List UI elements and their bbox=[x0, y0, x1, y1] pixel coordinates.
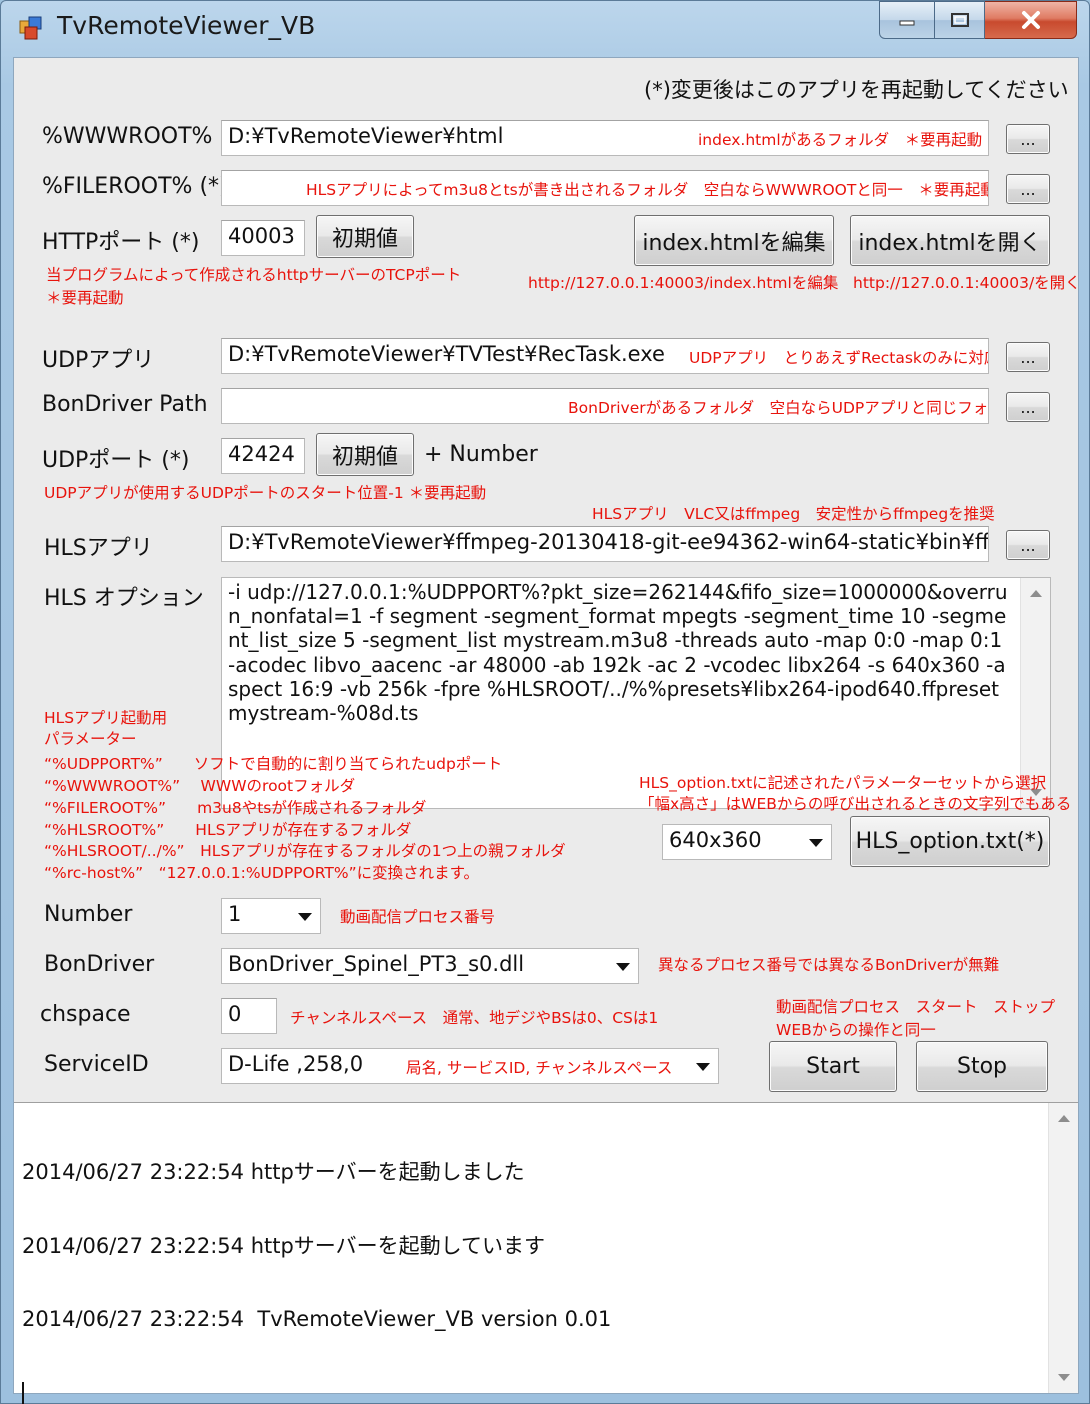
service-label: ServiceID bbox=[44, 1052, 149, 1077]
stop-button[interactable]: Stop bbox=[916, 1041, 1048, 1092]
bondriver-path-label: BonDriver Path bbox=[42, 392, 208, 417]
number-label: Number bbox=[44, 902, 133, 927]
udp-port-label: UDPポート (*) bbox=[42, 448, 190, 473]
scroll-down-icon[interactable] bbox=[1058, 1374, 1070, 1381]
text-caret bbox=[22, 1381, 24, 1404]
hls-preset-note-2: 「幅x高さ」はWEBからの呼び出されるときの文字列でもある bbox=[639, 795, 1072, 813]
log-line: 2014/06/27 23:22:54 httpサーバーを起動しました bbox=[22, 1160, 525, 1184]
wwwroot-note: index.htmlがあるフォルダ ＊要再起動 bbox=[698, 131, 983, 149]
service-note: 局名, サービスID, チャンネルスペース bbox=[406, 1059, 673, 1077]
chspace-label: chspace bbox=[40, 1002, 131, 1027]
minimize-button[interactable] bbox=[879, 1, 935, 39]
app-icon bbox=[19, 16, 42, 40]
udp-app-input[interactable]: D:¥TvRemoteViewer¥TVTest¥RecTask.exe UDP… bbox=[221, 338, 989, 374]
log-line: 2014/06/27 23:22:54 httpサーバーを起動しています bbox=[22, 1233, 545, 1258]
udp-port-suffix: + Number bbox=[424, 442, 538, 467]
service-value: D-Life ,258,0 bbox=[228, 1052, 364, 1076]
window-controls bbox=[879, 1, 1077, 39]
udp-app-browse-button[interactable]: ... bbox=[1006, 342, 1050, 372]
udp-app-value: D:¥TvRemoteViewer¥TVTest¥RecTask.exe bbox=[228, 342, 665, 366]
wwwroot-label: %WWWROOT% (*) bbox=[42, 124, 248, 149]
params-help-line: “%HLSROOT/../%” HLSアプリが存在するフォルダの1つ上の親フォル… bbox=[44, 842, 566, 860]
params-help-line: “%HLSROOT%” HLSアプリが存在するフォルダ bbox=[44, 821, 412, 839]
udp-port-note: UDPアプリが使用するUDPポートのスタート位置-1 ＊要再起動 bbox=[44, 484, 487, 502]
app-window: TvRemoteViewer_VB (*)変更後はこのアプリを再起動してください… bbox=[0, 0, 1090, 1404]
params-help-line: パラメーター bbox=[44, 730, 137, 748]
scroll-up-icon[interactable] bbox=[1058, 1115, 1070, 1122]
number-value: 1 bbox=[228, 902, 242, 926]
wwwroot-value: D:¥TvRemoteViewer¥html bbox=[228, 124, 504, 148]
hls-option-txt-button[interactable]: HLS_option.txt(*) bbox=[850, 816, 1050, 867]
service-select[interactable]: D-Life ,258,0 局名, サービスID, チャンネルスペース bbox=[221, 1048, 719, 1084]
chspace-input[interactable]: 0 bbox=[221, 998, 277, 1034]
chevron-down-icon bbox=[809, 839, 823, 847]
params-help-line: “%WWWROOT%” WWWのrootフォルダ bbox=[44, 777, 356, 795]
log-scrollbar[interactable] bbox=[1048, 1103, 1078, 1393]
udp-port-input[interactable]: 42424 bbox=[221, 438, 305, 474]
hls-option-value: -i udp://127.0.0.1:%UDPPORT%?pkt_size=26… bbox=[228, 580, 1009, 726]
http-port-note-2: ＊要再起動 bbox=[46, 289, 124, 307]
http-port-input[interactable]: 40003 bbox=[221, 220, 305, 256]
close-button[interactable] bbox=[985, 1, 1077, 39]
hls-app-input[interactable]: D:¥TvRemoteViewer¥ffmpeg-20130418-git-ee… bbox=[221, 526, 989, 562]
hls-app-label: HLSアプリ bbox=[44, 536, 153, 561]
main-panel: (*)変更後はこのアプリを再起動してください %WWWROOT% (*) D:¥… bbox=[13, 57, 1081, 1404]
number-note: 動画配信プロセス番号 bbox=[340, 908, 496, 926]
fileroot-note: HLSアプリによってm3u8とtsが書き出されるフォルダ 空白ならWWWROOT… bbox=[306, 181, 989, 199]
udp-app-note: UDPアプリ とりあえずRectaskのみに対応 bbox=[689, 349, 989, 367]
params-help-line: “%rc-host%” “127.0.0.1:%UDPPORT%”に変換されます… bbox=[44, 864, 480, 882]
hls-app-note: HLSアプリ VLC又はffmpeg 安定性からffmpegを推奨 bbox=[592, 505, 995, 523]
minimize-icon bbox=[899, 20, 915, 26]
close-icon bbox=[1021, 11, 1040, 29]
params-help-line: HLSアプリ起動用 bbox=[44, 709, 168, 727]
bondriver-path-input[interactable]: BonDriverがあるフォルダ 空白ならUDPアプリと同じフォルダ bbox=[221, 388, 989, 424]
chevron-down-icon bbox=[696, 1063, 710, 1071]
fileroot-browse-button[interactable]: ... bbox=[1006, 174, 1050, 204]
window-title: TvRemoteViewer_VB bbox=[57, 11, 316, 40]
log-textarea[interactable]: 2014/06/27 23:22:54 httpサーバーを起動しました 2014… bbox=[14, 1102, 1078, 1404]
bondriver-value: BonDriver_Spinel_PT3_s0.dll bbox=[228, 952, 525, 976]
params-help-line: “%UDPPORT%” ソフトで自動的に割り当てられたudpポート bbox=[44, 755, 503, 773]
http-port-default-button[interactable]: 初期値 bbox=[316, 215, 414, 258]
hls-preset-value: 640x360 bbox=[669, 828, 762, 852]
log-line: 2014/06/27 23:22:54 TvRemoteViewer_VB ve… bbox=[22, 1307, 612, 1331]
restart-note: (*)変更後はこのアプリを再起動してください bbox=[644, 78, 1069, 102]
wwwroot-input[interactable]: D:¥TvRemoteViewer¥html index.htmlがあるフォルダ… bbox=[221, 120, 989, 156]
fileroot-label: %FILEROOT% (*) bbox=[42, 174, 228, 199]
edit-index-button[interactable]: index.htmlを編集 bbox=[634, 215, 834, 266]
open-index-note: http://127.0.0.1:40003/を開く bbox=[853, 274, 1081, 292]
hls-app-browse-button[interactable]: ... bbox=[1006, 530, 1050, 560]
scroll-up-icon[interactable] bbox=[1030, 590, 1042, 597]
bondriver-path-browse-button[interactable]: ... bbox=[1006, 392, 1050, 422]
maximize-icon bbox=[950, 13, 969, 27]
open-index-button[interactable]: index.htmlを開く bbox=[850, 215, 1050, 266]
hls-preset-note-1: HLS_option.txtに記述されたパラメーターセットから選択 bbox=[639, 774, 1047, 792]
edit-index-note: http://127.0.0.1:40003/index.htmlを編集 bbox=[528, 274, 839, 292]
chspace-note: チャンネルスペース 通常、地デジやBSは0、CSは1 bbox=[290, 1009, 659, 1027]
chevron-down-icon bbox=[616, 963, 630, 971]
wwwroot-browse-button[interactable]: ... bbox=[1006, 124, 1050, 154]
log-lines: 2014/06/27 23:22:54 httpサーバーを起動しました 2014… bbox=[22, 1111, 611, 1404]
bondriver-path-note: BonDriverがあるフォルダ 空白ならUDPアプリと同じフォルダ bbox=[568, 399, 989, 417]
chevron-down-icon bbox=[298, 913, 312, 921]
bondriver-label: BonDriver bbox=[44, 952, 155, 977]
maximize-button[interactable] bbox=[935, 1, 985, 39]
hls-option-label: HLS オプション bbox=[44, 586, 204, 611]
process-note-1: 動画配信プロセス スタート ストップ bbox=[776, 998, 1056, 1016]
bondriver-note: 異なるプロセス番号では異なるBonDriverが無難 bbox=[658, 956, 1000, 974]
title-bar[interactable]: TvRemoteViewer_VB bbox=[1, 1, 1089, 53]
hls-preset-select[interactable]: 640x360 bbox=[662, 824, 832, 860]
process-note-2: WEBからの操作と同一 bbox=[776, 1021, 936, 1039]
fileroot-input[interactable]: HLSアプリによってm3u8とtsが書き出されるフォルダ 空白ならWWWROOT… bbox=[221, 170, 989, 206]
udp-app-label: UDPアプリ bbox=[42, 348, 155, 373]
number-select[interactable]: 1 bbox=[221, 898, 321, 934]
bondriver-select[interactable]: BonDriver_Spinel_PT3_s0.dll bbox=[221, 948, 639, 984]
http-port-note-1: 当プログラムによって作成されるhttpサーバーのTCPポート bbox=[46, 266, 462, 284]
udp-port-default-button[interactable]: 初期値 bbox=[316, 433, 414, 476]
start-button[interactable]: Start bbox=[769, 1041, 897, 1092]
params-help-line: “%FILEROOT%” m3u8やtsが作成されるフォルダ bbox=[44, 799, 427, 817]
http-port-label: HTTPポート (*) bbox=[42, 230, 200, 255]
